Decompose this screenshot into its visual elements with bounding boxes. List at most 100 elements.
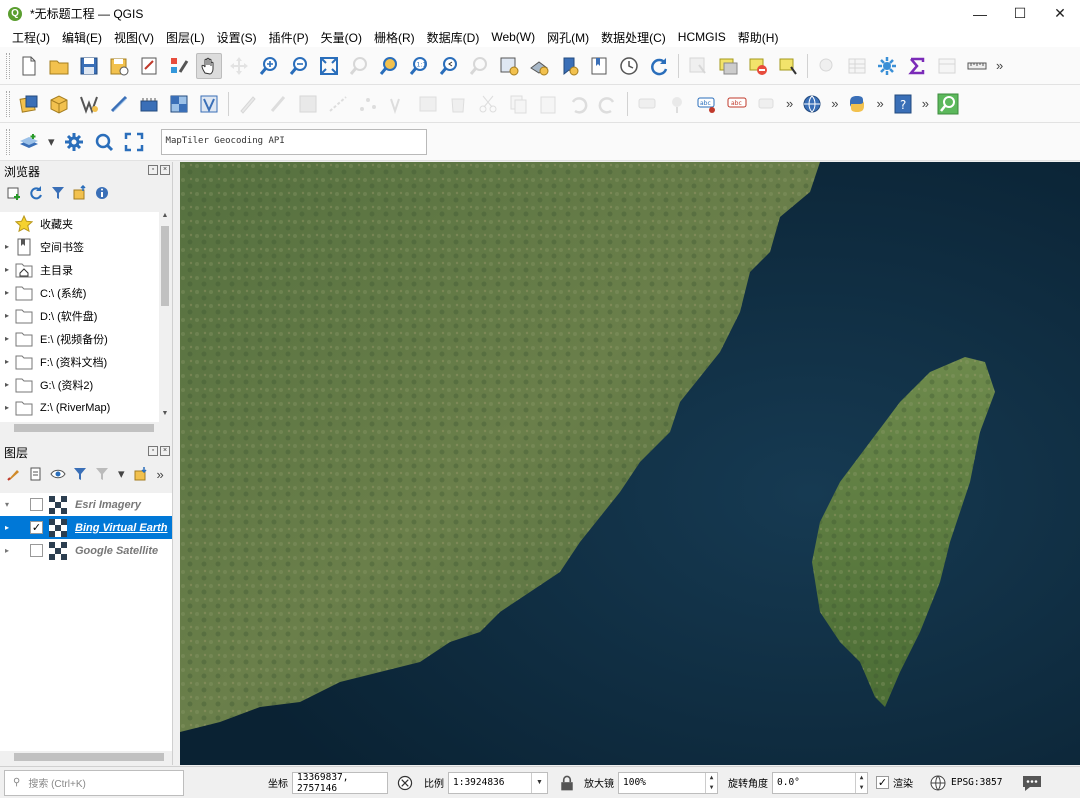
expand-arrow-icon[interactable]: ▸ (0, 357, 14, 366)
menu-project[interactable]: 工程(J) (6, 29, 56, 46)
refresh-icon[interactable] (646, 53, 672, 79)
gear-icon[interactable] (61, 129, 87, 155)
python-console-icon[interactable] (844, 91, 870, 117)
chevron-down-icon[interactable]: ▾ (118, 466, 125, 482)
add-raster-layer-icon[interactable] (166, 91, 192, 117)
style-manager-icon[interactable] (166, 53, 192, 79)
toolbar-overflow-icon[interactable]: » (786, 96, 793, 111)
new-spatial-bookmark-icon[interactable] (556, 53, 582, 79)
layer-row-bing-virtual-earth[interactable]: ▸ ✓ Bing Virtual Earth (0, 516, 172, 539)
float-panel-icon[interactable]: ▫ (148, 446, 158, 456)
menu-layer[interactable]: 图层(L) (160, 29, 211, 46)
tree-item-drive-z[interactable]: ▸ Z:\ (RiverMap) (0, 396, 160, 419)
browser-vertical-scrollbar[interactable]: ▲ ▼ (159, 212, 171, 422)
highlight-label-icon[interactable]: abc (694, 91, 720, 117)
float-panel-icon[interactable]: ▫ (148, 165, 158, 175)
measure-line-icon[interactable] (964, 53, 990, 79)
rotation-spinbox[interactable]: 0.0° ▲ ▼ (772, 771, 868, 794)
locator-search-input[interactable]: ⚲ 搜索 (Ctrl+K) (4, 769, 184, 796)
new-map-view-icon[interactable] (496, 53, 522, 79)
add-group-icon[interactable] (26, 464, 46, 484)
open-project-icon[interactable] (46, 53, 72, 79)
expand-all-icon[interactable] (131, 464, 151, 484)
refresh-icon[interactable] (26, 183, 46, 203)
digitize-line-icon[interactable] (325, 91, 351, 117)
menu-help[interactable]: 帮助(H) (732, 29, 785, 46)
paste-features-icon[interactable] (535, 91, 561, 117)
menu-database[interactable]: 数据库(D) (421, 29, 486, 46)
layer-stack-icon[interactable] (16, 129, 42, 155)
zoom-native-resolution-icon[interactable]: 1:1 (406, 53, 432, 79)
browser-horizontal-scrollbar[interactable] (0, 422, 172, 434)
menu-raster[interactable]: 栅格(R) (368, 29, 421, 46)
filter-legend-icon[interactable] (70, 464, 90, 484)
add-selected-layers-icon[interactable] (4, 183, 24, 203)
print-layout-icon[interactable] (136, 53, 162, 79)
close-panel-icon[interactable]: × (160, 165, 170, 175)
add-package-layer-icon[interactable] (46, 91, 72, 117)
toolbar-grip[interactable] (6, 128, 10, 155)
map-tips-icon[interactable] (814, 53, 840, 79)
tree-item-drive-d[interactable]: ▸ D:\ (软件盘) (0, 304, 160, 327)
layer-visibility-checkbox[interactable]: ✓ (30, 521, 43, 534)
zoom-in-icon[interactable] (256, 53, 282, 79)
menu-edit[interactable]: 编辑(E) (56, 29, 108, 46)
messages-icon[interactable] (1020, 771, 1044, 795)
scrollbar-thumb[interactable] (14, 424, 154, 432)
select-features-icon[interactable] (715, 53, 741, 79)
chevron-right-icon[interactable]: ▸ (0, 523, 14, 532)
vertex-tool-icon[interactable] (355, 91, 381, 117)
save-edits-icon[interactable] (295, 91, 321, 117)
layer-row-esri-imagery[interactable]: ▾ Esri Imagery (0, 493, 172, 516)
new-project-icon[interactable] (16, 53, 42, 79)
scroll-down-icon[interactable]: ▼ (159, 410, 171, 422)
toolbar-overflow-icon[interactable]: » (831, 96, 838, 111)
spinbox-arrows-icon[interactable]: ▲ ▼ (705, 772, 717, 793)
expand-arrow-icon[interactable]: ▸ (0, 334, 14, 343)
menu-settings[interactable]: 设置(S) (211, 29, 263, 46)
tree-item-drive-f[interactable]: ▸ F:\ (资料文档) (0, 350, 160, 373)
info-icon[interactable] (92, 183, 112, 203)
filter-icon[interactable] (48, 183, 68, 203)
menu-hcmgis[interactable]: HCMGIS (672, 30, 732, 44)
menu-processing[interactable]: 数据处理(C) (595, 29, 672, 46)
expand-arrow-icon[interactable]: ▸ (0, 265, 14, 274)
expand-arrow-icon[interactable]: ▸ (0, 380, 14, 389)
scroll-up-icon[interactable]: ▲ (159, 212, 171, 224)
menu-web[interactable]: Web(W) (485, 30, 541, 44)
toolbar-grip[interactable] (6, 90, 10, 117)
label-tool-icon[interactable] (634, 91, 660, 117)
cut-features-icon[interactable] (475, 91, 501, 117)
undo-icon[interactable] (565, 91, 591, 117)
layer-table-icon[interactable] (934, 53, 960, 79)
chevron-down-icon[interactable]: ▾ (0, 500, 14, 509)
statistics-sigma-icon[interactable] (904, 53, 930, 79)
layer-visibility-checkbox[interactable] (30, 498, 43, 511)
toolbar-grip[interactable] (6, 52, 10, 79)
pin-labels-icon[interactable] (664, 91, 690, 117)
crs-button[interactable]: EPSG:3857 (929, 774, 1002, 792)
close-panel-icon[interactable]: × (160, 446, 170, 456)
quickmapservices-globe-icon[interactable] (799, 91, 825, 117)
geocoder-input[interactable]: MapTiler Geocoding API (160, 128, 427, 155)
menu-vector[interactable]: 矢量(O) (315, 29, 368, 46)
toolbar-overflow-icon[interactable]: » (876, 96, 883, 111)
expand-arrow-icon[interactable]: ▸ (0, 311, 14, 320)
minimize-button[interactable]: — (960, 0, 1000, 27)
identify-features-icon[interactable] (685, 53, 711, 79)
select-by-location-icon[interactable] (775, 53, 801, 79)
tree-item-favorites[interactable]: 收藏夹 (0, 212, 160, 235)
processing-toolbox-icon[interactable] (874, 53, 900, 79)
filter-expression-icon[interactable] (92, 464, 112, 484)
zoom-to-layer-icon[interactable] (376, 53, 402, 79)
locator-search-icon[interactable] (935, 91, 961, 117)
tree-item-drive-c[interactable]: ▸ C:\ (系统) (0, 281, 160, 304)
attribute-table-icon[interactable] (844, 53, 870, 79)
expand-arrow-icon[interactable]: ▸ (0, 403, 14, 412)
deselect-features-icon[interactable] (745, 53, 771, 79)
menu-plugins[interactable]: 插件(P) (263, 29, 315, 46)
move-label-icon[interactable]: abc (724, 91, 750, 117)
layer-styling-brush-icon[interactable] (4, 464, 24, 484)
temporal-controller-icon[interactable] (616, 53, 642, 79)
add-vector-layer-icon[interactable] (76, 91, 102, 117)
